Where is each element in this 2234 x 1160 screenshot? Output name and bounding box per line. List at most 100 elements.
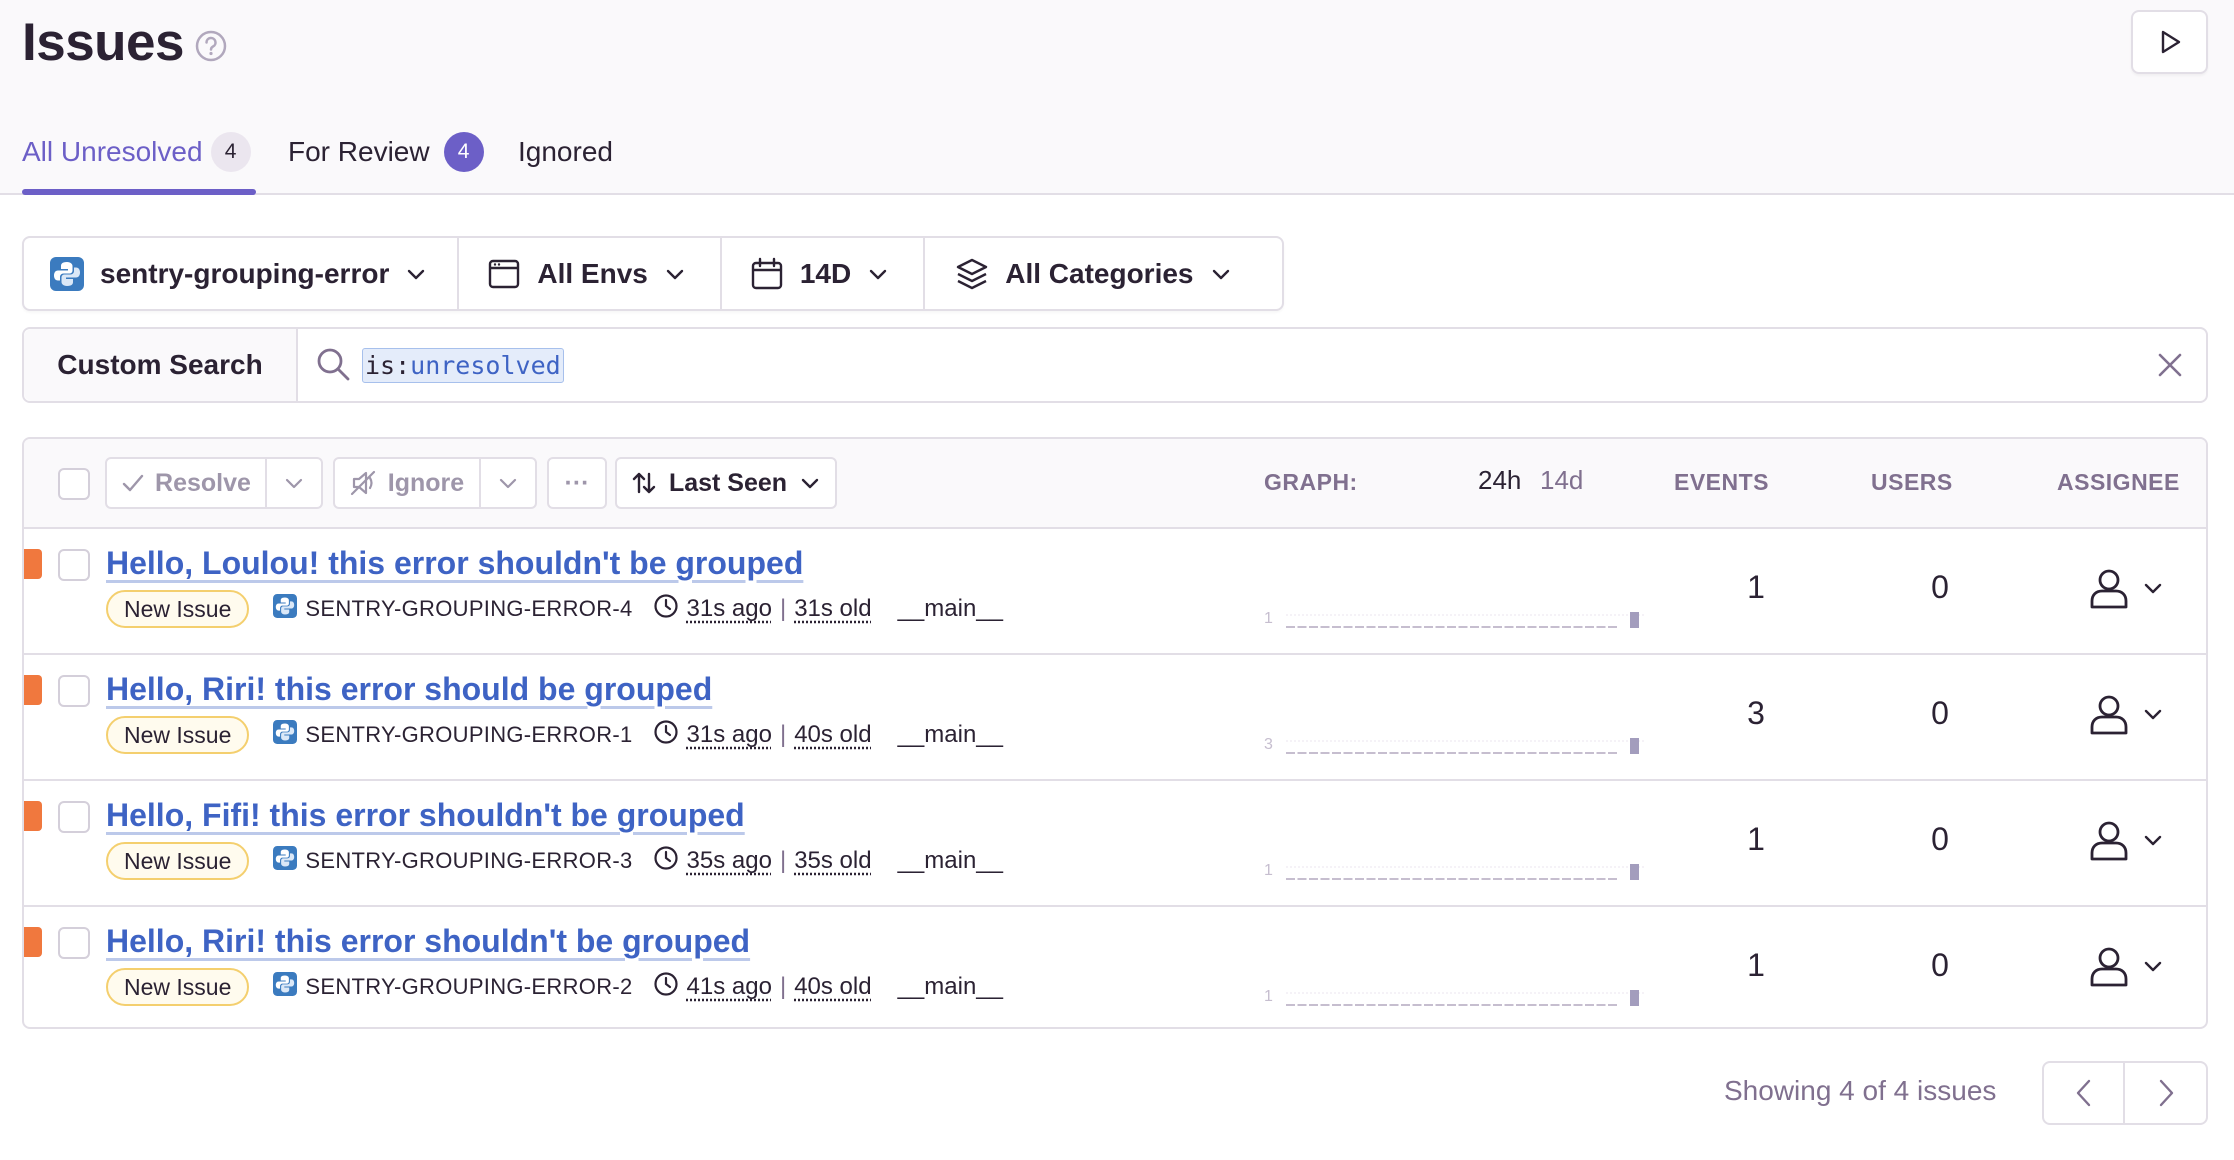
sparkline-bar bbox=[1562, 626, 1571, 628]
stack-icon bbox=[957, 258, 988, 289]
chevron-down-icon bbox=[499, 478, 517, 489]
sparkline-bar bbox=[1366, 752, 1376, 754]
new-issue-badge: New Issue bbox=[106, 590, 250, 628]
issue-short-id[interactable]: SENTRY-GROUPING-ERROR-2 bbox=[273, 972, 632, 1002]
sparkline-bar bbox=[1527, 626, 1537, 628]
issue-title-link[interactable]: Hello, Riri! this error shouldn't be gro… bbox=[106, 923, 750, 960]
resolve-button[interactable]: Resolve bbox=[105, 457, 267, 509]
tab-ignored[interactable]: Ignored bbox=[518, 132, 613, 172]
project-selector[interactable]: sentry-grouping-error bbox=[24, 238, 460, 309]
next-page-button[interactable] bbox=[2125, 1063, 2206, 1123]
short-id-text: SENTRY-GROUPING-ERROR-1 bbox=[305, 722, 633, 747]
sparkline-bar bbox=[1527, 878, 1537, 880]
issue-row[interactable]: Hello, Fifi! this error shouldn't be gro… bbox=[24, 781, 2206, 907]
date-range-selector[interactable]: 14D bbox=[722, 238, 926, 309]
graph-period-14d[interactable]: 14d bbox=[1540, 465, 1583, 496]
sparkline-bar bbox=[1585, 626, 1594, 628]
close-icon[interactable] bbox=[2154, 349, 2186, 381]
active-tab-indicator bbox=[22, 189, 256, 195]
environment-selector[interactable]: All Envs bbox=[459, 238, 722, 309]
time-separator: | bbox=[779, 973, 787, 1000]
short-id-text: SENTRY-GROUPING-ERROR-4 bbox=[305, 596, 633, 621]
python-platform-icon bbox=[273, 972, 298, 1002]
assignee-selector[interactable] bbox=[2086, 817, 2196, 867]
users-count[interactable]: 0 bbox=[1910, 947, 1970, 984]
more-actions-button[interactable]: ··· bbox=[547, 457, 607, 509]
issue-checkbox[interactable] bbox=[58, 675, 90, 707]
sparkline-bar bbox=[1320, 752, 1330, 754]
assignee-selector[interactable] bbox=[2086, 565, 2196, 615]
sparkline-bar bbox=[1504, 752, 1514, 754]
issue-title-link[interactable]: Hello, Fifi! this error shouldn't be gro… bbox=[106, 797, 745, 834]
last-seen[interactable]: 41s ago bbox=[687, 973, 772, 1001]
ignore-button[interactable]: Ignore bbox=[333, 457, 481, 509]
sparkline-bar bbox=[1309, 752, 1318, 754]
users-count[interactable]: 0 bbox=[1910, 695, 1970, 732]
issue-trend-sparkline[interactable]: 1 bbox=[1264, 853, 1644, 883]
resolve-dropdown-button[interactable] bbox=[265, 457, 323, 509]
sparkline-bar bbox=[1470, 1004, 1479, 1006]
sparkline-bar bbox=[1481, 626, 1491, 628]
events-count[interactable]: 3 bbox=[1726, 695, 1786, 732]
issue-search-bar[interactable]: Custom Search is:unresolved bbox=[22, 327, 2208, 403]
issue-row[interactable]: Hello, Riri! this error should be groupe… bbox=[24, 655, 2206, 781]
sparkline-bar bbox=[1343, 626, 1353, 628]
sparkline-bar bbox=[1309, 1004, 1318, 1006]
issue-trend-sparkline[interactable]: 1 bbox=[1264, 979, 1644, 1009]
select-all-checkbox[interactable] bbox=[58, 468, 90, 500]
issue-row[interactable]: Hello, Riri! this error shouldn't be gro… bbox=[24, 907, 2206, 1027]
sparkline-bar bbox=[1481, 1004, 1491, 1006]
sparkline-max-label: 1 bbox=[1264, 610, 1273, 627]
issue-culprit: __main__ bbox=[897, 595, 1003, 622]
short-id-text: SENTRY-GROUPING-ERROR-3 bbox=[305, 848, 633, 873]
python-platform-icon bbox=[50, 256, 84, 291]
question-mark-icon[interactable] bbox=[194, 29, 228, 63]
issue-trend-sparkline[interactable]: 3 bbox=[1264, 727, 1644, 757]
calendar-icon bbox=[751, 257, 783, 289]
events-count[interactable]: 1 bbox=[1726, 821, 1786, 858]
issue-checkbox[interactable] bbox=[58, 801, 90, 833]
events-count[interactable]: 1 bbox=[1726, 569, 1786, 606]
last-seen[interactable]: 31s ago bbox=[687, 595, 772, 623]
first-seen-age[interactable]: 40s old bbox=[794, 721, 871, 749]
first-seen-age[interactable]: 35s old bbox=[794, 847, 871, 875]
sparkline-bar bbox=[1435, 626, 1445, 628]
issue-short-id[interactable]: SENTRY-GROUPING-ERROR-3 bbox=[273, 846, 632, 876]
sparkline-bar bbox=[1332, 878, 1341, 880]
issue-title-link[interactable]: Hello, Riri! this error should be groupe… bbox=[106, 671, 712, 708]
tab-all-unresolved[interactable]: All Unresolved 4 bbox=[22, 132, 251, 172]
graph-period-24h[interactable]: 24h bbox=[1478, 465, 1521, 496]
issue-checkbox[interactable] bbox=[58, 927, 90, 959]
play-tour-button[interactable] bbox=[2131, 10, 2208, 74]
sort-by-button[interactable]: Last Seen bbox=[615, 457, 837, 509]
first-seen-age[interactable]: 40s old bbox=[794, 973, 871, 1001]
issue-title-link[interactable]: Hello, Loulou! this error shouldn't be g… bbox=[106, 545, 803, 582]
sparkline-max-label: 1 bbox=[1264, 988, 1273, 1005]
issue-trend-sparkline[interactable]: 1 bbox=[1264, 601, 1644, 631]
sparkline-bar bbox=[1320, 878, 1330, 880]
chevron-down-icon bbox=[870, 269, 887, 279]
last-seen[interactable]: 35s ago bbox=[687, 847, 772, 875]
assignee-selector[interactable] bbox=[2086, 943, 2196, 993]
ignore-label: Ignore bbox=[387, 468, 465, 497]
last-seen[interactable]: 31s ago bbox=[687, 721, 772, 749]
categories-selector[interactable]: All Categories bbox=[925, 238, 1261, 309]
issue-short-id[interactable]: SENTRY-GROUPING-ERROR-1 bbox=[273, 720, 632, 750]
issue-checkbox[interactable] bbox=[58, 549, 90, 581]
sparkline-bar bbox=[1608, 626, 1617, 628]
users-count[interactable]: 0 bbox=[1910, 569, 1970, 606]
sparkline-bar bbox=[1401, 878, 1410, 880]
events-column-header: EVENTS bbox=[1674, 469, 1770, 495]
issue-short-id[interactable]: SENTRY-GROUPING-ERROR-4 bbox=[273, 594, 632, 624]
users-count[interactable]: 0 bbox=[1910, 821, 1970, 858]
assignee-selector[interactable] bbox=[2086, 691, 2196, 741]
custom-search-button[interactable]: Custom Search bbox=[24, 329, 298, 401]
level-error-indicator bbox=[24, 675, 42, 705]
search-query-token[interactable]: is:unresolved bbox=[362, 347, 564, 383]
first-seen-age[interactable]: 31s old bbox=[794, 595, 871, 623]
issue-row[interactable]: Hello, Loulou! this error shouldn't be g… bbox=[24, 529, 2206, 655]
tab-for-review[interactable]: For Review 4 bbox=[288, 132, 484, 172]
ignore-dropdown-button[interactable] bbox=[479, 457, 537, 509]
events-count[interactable]: 1 bbox=[1726, 947, 1786, 984]
previous-page-button[interactable] bbox=[2044, 1063, 2125, 1123]
